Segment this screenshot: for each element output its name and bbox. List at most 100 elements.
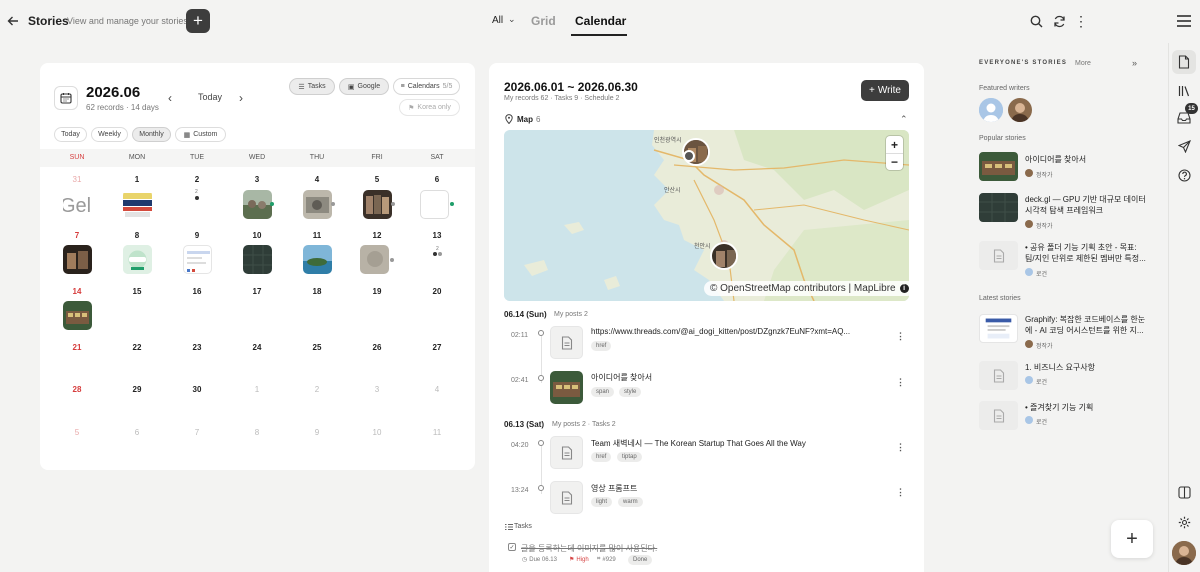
map-marker-photo[interactable] [710,242,738,270]
day-thumbnail-6[interactable] [420,190,449,219]
korea-only-toggle[interactable]: ⚑ Korea only [399,99,460,116]
calendar-day-number[interactable]: 9 [167,231,227,240]
calendar-day-number[interactable]: 18 [287,287,347,296]
calendar-day-number[interactable]: 27 [407,343,467,352]
calendar-day-number[interactable]: 5 [347,175,407,184]
story-thumbnail[interactable] [979,361,1018,390]
calendar-day-number[interactable]: 2 [287,385,347,394]
story-thumbnail[interactable] [979,193,1018,222]
calendar-day-number[interactable]: 2 [167,175,227,184]
calendar-day-number[interactable]: 24 [227,343,287,352]
view-custom-button[interactable]: ▦ Custom [175,127,226,142]
calendar-day-number[interactable]: 23 [167,343,227,352]
calendar-day-number[interactable]: 1 [107,175,167,184]
day-thumbnail-7[interactable] [63,245,92,274]
chevron-right-icon[interactable]: › [239,91,243,105]
chevron-left-icon[interactable]: ‹ [168,91,172,105]
calendars-filter-dropdown[interactable]: ≡ Calendars 5/5 [393,78,460,95]
calendar-day-number[interactable]: 9 [287,428,347,437]
calendar-day-number[interactable]: 4 [407,385,467,394]
story-title[interactable]: Graphify: 복잡한 코드베이스를 한눈에 - AI 코딩 어시스턴트를 … [1025,314,1147,336]
map-attribution[interactable]: © OpenStreetMap contributors | MapLibre … [704,281,915,296]
task-checkbox[interactable]: ✓ [508,543,516,551]
floating-add-button[interactable]: + [1111,520,1153,558]
zoom-out-button[interactable]: − [886,153,903,170]
calendar-day-number[interactable]: 7 [167,428,227,437]
user-avatar[interactable] [1172,541,1196,565]
post-tag[interactable]: tiptap [617,452,642,462]
story-title[interactable]: • 공유 폴더 기능 기획 초안 - 목표: 팀/지인 단위로 제한된 멤버만 … [1025,242,1147,264]
calendar-day-number[interactable]: 21 [47,343,107,352]
tab-grid[interactable]: Grid [531,14,556,28]
day-thumbnail-12[interactable] [360,245,389,274]
post-tag[interactable]: href [591,341,612,351]
day-thumbnail-11[interactable] [303,245,332,274]
story-title[interactable]: deck.gl — GPU 기반 대규모 데이터 시각적 탐색 프레임워크 [1025,194,1147,216]
calendar-day-number[interactable]: 30 [167,385,227,394]
day-thumbnail-1[interactable] [123,190,152,219]
calendar-day-number[interactable]: 26 [347,343,407,352]
search-icon[interactable] [1028,13,1044,29]
help-icon[interactable] [1176,167,1192,183]
post-more-icon[interactable]: ⋮ [896,487,905,498]
side-more-link[interactable]: More [1075,60,1091,67]
library-icon[interactable] [1176,83,1192,99]
document-icon[interactable] [1172,50,1196,74]
calendar-day-number[interactable]: 14 [47,287,107,296]
post-thumbnail[interactable] [550,326,583,359]
calendar-day-number[interactable]: 3 [347,385,407,394]
post-more-icon[interactable]: ⋮ [896,331,905,342]
calendar-day-number[interactable]: 25 [287,343,347,352]
calendar-day-number[interactable]: 8 [227,428,287,437]
day-thumbnail-3[interactable] [243,190,272,219]
calendar-day-number[interactable]: 31 [47,175,107,184]
chevron-down-icon[interactable]: ⌄ [508,14,516,25]
story-title[interactable]: 아이디어를 찾아서 [1025,154,1147,165]
tasks-filter-toggle[interactable]: ☰ Tasks [289,78,335,95]
story-thumbnail[interactable] [979,241,1018,270]
calendar-day-number[interactable]: 12 [347,231,407,240]
story-thumbnail[interactable] [979,314,1018,343]
story-thumbnail[interactable] [979,401,1018,430]
post-tag[interactable]: warm [618,497,643,507]
day-thumbnail-8[interactable] [123,245,152,274]
calendar-day-number[interactable]: 13 [407,231,467,240]
post-tag[interactable]: span [591,387,615,397]
calendar-day-number[interactable]: 6 [407,175,467,184]
day-thumbnail-9[interactable] [183,245,212,274]
zoom-in-button[interactable]: + [886,136,903,153]
view-today-button[interactable]: Today [54,127,87,142]
calendar-day-number[interactable]: 10 [347,428,407,437]
refresh-icon[interactable] [1051,13,1067,29]
collapse-panel-icon[interactable]: » [1132,58,1137,68]
writer-avatar[interactable] [1008,98,1032,122]
calendar-day-number[interactable]: 8 [107,231,167,240]
calendar-day-number[interactable]: 3 [227,175,287,184]
today-button[interactable]: Today [198,92,222,102]
google-filter-toggle[interactable]: ▣ Google [339,78,389,95]
day-thumbnail-4[interactable] [303,190,332,219]
calendar-day-number[interactable]: 4 [287,175,347,184]
sidebar-toggle-icon[interactable] [1176,484,1192,500]
map-cluster-marker[interactable] [683,150,695,162]
post-tag[interactable]: href [591,452,612,462]
post-title[interactable]: 영상 프롬프트 [591,483,881,494]
calendar-day-number[interactable]: 15 [107,287,167,296]
write-button[interactable]: + Write [861,80,909,101]
view-monthly-button[interactable]: Monthly [132,127,171,142]
chevron-up-icon[interactable]: ⌃ [900,114,908,125]
calendar-day-number[interactable]: 29 [107,385,167,394]
calendar-day-number[interactable]: 11 [287,231,347,240]
back-arrow-icon[interactable] [4,11,22,31]
calendar-day-number[interactable]: 19 [347,287,407,296]
day-thumbnail-14[interactable] [63,301,92,330]
post-tag[interactable]: light [591,497,613,507]
task-title[interactable]: 글을 등록하는데 이미지를 많이 사용된다. [521,543,657,554]
calendar-day-number[interactable]: 1 [227,385,287,394]
day-thumbnail-10[interactable] [243,245,272,274]
more-vertical-icon[interactable]: ⋮ [1074,13,1088,29]
view-filter-dropdown[interactable]: All [492,15,503,26]
story-thumbnail[interactable] [979,152,1018,181]
calendar-day-number[interactable]: 22 [107,343,167,352]
calendar-day-number[interactable]: 6 [107,428,167,437]
